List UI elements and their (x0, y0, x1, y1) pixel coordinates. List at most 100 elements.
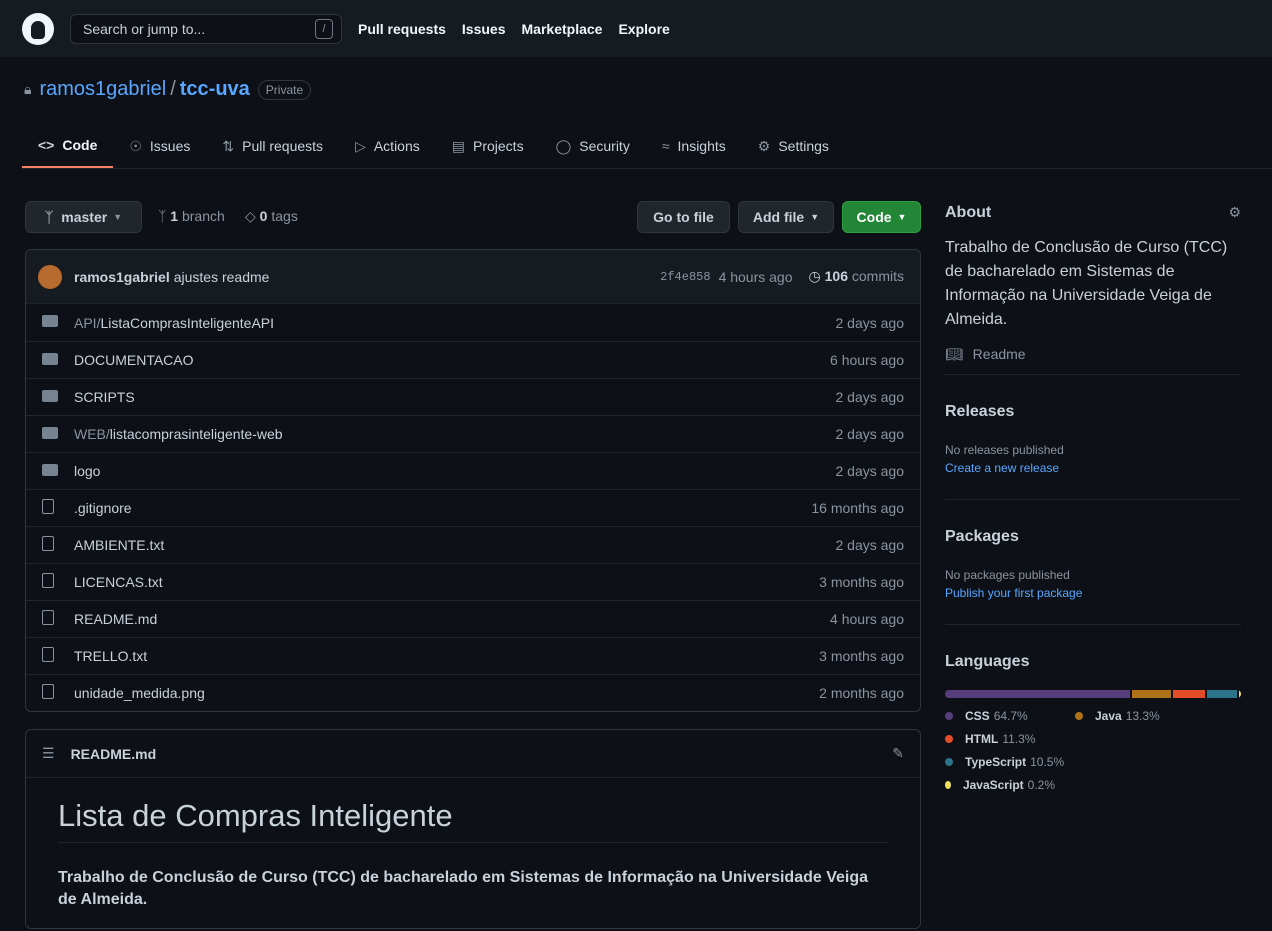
language-item[interactable]: TypeScript 10.5% (945, 751, 1064, 773)
repo-owner-link[interactable]: ramos1gabriel (39, 78, 166, 101)
file-name[interactable]: unidade_medida.png (74, 685, 819, 701)
tab-actions[interactable]: ▷ Actions (339, 124, 436, 168)
tab-pull-requests[interactable]: ⇅ Pull requests (206, 124, 339, 168)
divider (945, 499, 1241, 500)
avatar[interactable] (38, 264, 62, 289)
list-icon[interactable]: ☰ (42, 745, 55, 762)
publish-package-link[interactable]: Publish your first package (945, 586, 1241, 600)
file-row[interactable]: DOCUMENTACAO 6 hours ago (26, 341, 920, 378)
language-item[interactable]: JavaScript 0.2% (945, 774, 1055, 796)
file-row[interactable]: unidade_medida.png 2 months ago (26, 674, 920, 711)
tab-security[interactable]: ◯ Security (540, 124, 646, 168)
file-name[interactable]: WEB/listacomprasinteligente-web (74, 426, 836, 442)
tab-insights[interactable]: ≈ Insights (646, 124, 742, 168)
language-percent: 64.7% (993, 709, 1028, 723)
commit-author[interactable]: ramos1gabriel (74, 269, 170, 285)
readme-subtitle: Trabalho de Conclusão de Curso (TCC) de … (58, 869, 869, 908)
slash-key-hint: / (315, 18, 333, 39)
pencil-icon[interactable]: ✎ (892, 745, 904, 762)
readme-filename: README.md (70, 745, 157, 762)
repo-name-link[interactable]: tcc-uva (180, 78, 250, 101)
file-icon (42, 498, 58, 518)
file-icon (42, 646, 58, 666)
file-row[interactable]: TRELLO.txt 3 months ago (26, 637, 920, 674)
releases-section: Releases No releases published Create a … (945, 403, 1241, 475)
file-name[interactable]: DOCUMENTACAO (74, 352, 830, 368)
global-header: Search or jump to... / Pull requests Issue… (0, 0, 1272, 57)
gear-icon[interactable]: ⚙ (1228, 204, 1241, 222)
file-row[interactable]: API/ListaComprasInteligenteAPI 2 days ago (26, 304, 920, 341)
visibility-badge: Private (257, 79, 312, 100)
file-name[interactable]: logo (74, 463, 836, 479)
commit-sha[interactable]: 2f4e858 (660, 270, 710, 284)
folder-icon (42, 314, 58, 331)
file-name[interactable]: API/ListaComprasInteligenteAPI (74, 315, 836, 331)
branch-label: branch (181, 208, 225, 224)
file-row[interactable]: README.md 4 hours ago (26, 600, 920, 637)
readme-link[interactable]: 📖︎ Readme (945, 346, 1241, 363)
tag-count: 0 (259, 208, 268, 224)
file-name[interactable]: README.md (74, 611, 830, 627)
releases-title[interactable]: Releases (945, 403, 1241, 421)
packages-title[interactable]: Packages (945, 528, 1241, 546)
language-name: TypeScript (965, 755, 1027, 769)
file-name[interactable]: AMBIENTE.txt (74, 537, 836, 553)
nav-marketplace[interactable]: Marketplace (522, 21, 603, 37)
latest-commit: ramos1gabriel ajustes readme 2f4e858 4 h… (26, 250, 920, 304)
tab-code[interactable]: <> Code (22, 124, 114, 168)
file-row[interactable]: AMBIENTE.txt 2 days ago (26, 526, 920, 563)
file-row[interactable]: WEB/listacomprasinteligente-web 2 days ag… (26, 415, 920, 452)
path-prefix: API/ (74, 314, 101, 331)
name-text: DOCUMENTACAO (74, 352, 194, 368)
path-separator: / (170, 78, 176, 100)
file-age: 2 days ago (835, 463, 905, 479)
language-bar-segment (1206, 690, 1237, 698)
file-name[interactable]: TRELLO.txt (74, 648, 819, 664)
language-name: HTML (965, 732, 999, 746)
language-bar-segment (1238, 690, 1241, 698)
tab-projects[interactable]: ▤ Projects (436, 124, 540, 168)
language-item[interactable]: HTML 11.3% (945, 728, 1055, 750)
commits-link[interactable]: ◷ 106 commits (809, 268, 904, 285)
file-name[interactable]: LICENCAS.txt (74, 574, 819, 590)
create-release-link[interactable]: Create a new release (945, 461, 1241, 475)
commit-message[interactable]: ajustes readme (174, 269, 660, 285)
go-to-file-button[interactable]: Go to file (637, 201, 730, 233)
nav-explore[interactable]: Explore (618, 21, 669, 37)
tag-label: tags (271, 208, 298, 224)
shield-icon: ◯ (555, 137, 572, 154)
caret-down-icon: ▼ (113, 212, 123, 222)
issue-icon: ☉ (129, 137, 142, 154)
github-logo-icon[interactable] (22, 12, 54, 45)
nav-issues[interactable]: Issues (462, 21, 506, 37)
divider (945, 624, 1241, 625)
tags-link[interactable]: ◇ 0 tags (245, 208, 298, 225)
file-browser: ramos1gabriel ajustes readme 2f4e858 4 h… (25, 249, 921, 712)
file-age: 3 months ago (819, 648, 904, 664)
branch-select-button[interactable]: ᛉ master ▼ (25, 201, 142, 233)
languages-section: Languages CSS 64.7% Java 13.3% HTML 11.3% Type… (945, 653, 1241, 796)
language-item[interactable]: CSS 64.7% (945, 705, 1055, 727)
search-input[interactable]: Search or jump to... / (70, 13, 342, 44)
file-row[interactable]: SCRIPTS 2 days ago (26, 378, 920, 415)
language-bar-segment (1132, 690, 1171, 698)
code-button[interactable]: Code ▼ (842, 201, 921, 233)
branches-link[interactable]: ᛉ 1 branch (158, 208, 225, 224)
nav-pull-requests[interactable]: Pull requests (358, 21, 446, 37)
tab-issues[interactable]: ☉ Issues (113, 124, 206, 168)
file-row[interactable]: LICENCAS.txt 3 months ago (26, 563, 920, 600)
tab-settings[interactable]: ⚙ Settings (742, 124, 845, 168)
name-text: LICENCAS.txt (74, 574, 163, 590)
commit-count: 106 (824, 268, 848, 284)
language-name: JavaScript (962, 778, 1024, 792)
languages-title: Languages (945, 653, 1030, 670)
language-item[interactable]: Java 13.3% (1075, 705, 1160, 727)
file-name[interactable]: SCRIPTS (74, 389, 836, 405)
file-row[interactable]: logo 2 days ago (26, 452, 920, 489)
folder-icon (42, 426, 58, 443)
file-row[interactable]: .gitignore 16 months ago (26, 489, 920, 526)
add-file-button[interactable]: Add file ▼ (738, 201, 834, 233)
file-name[interactable]: .gitignore (74, 500, 811, 516)
branch-name: master (61, 209, 108, 225)
folder-icon (42, 389, 58, 406)
